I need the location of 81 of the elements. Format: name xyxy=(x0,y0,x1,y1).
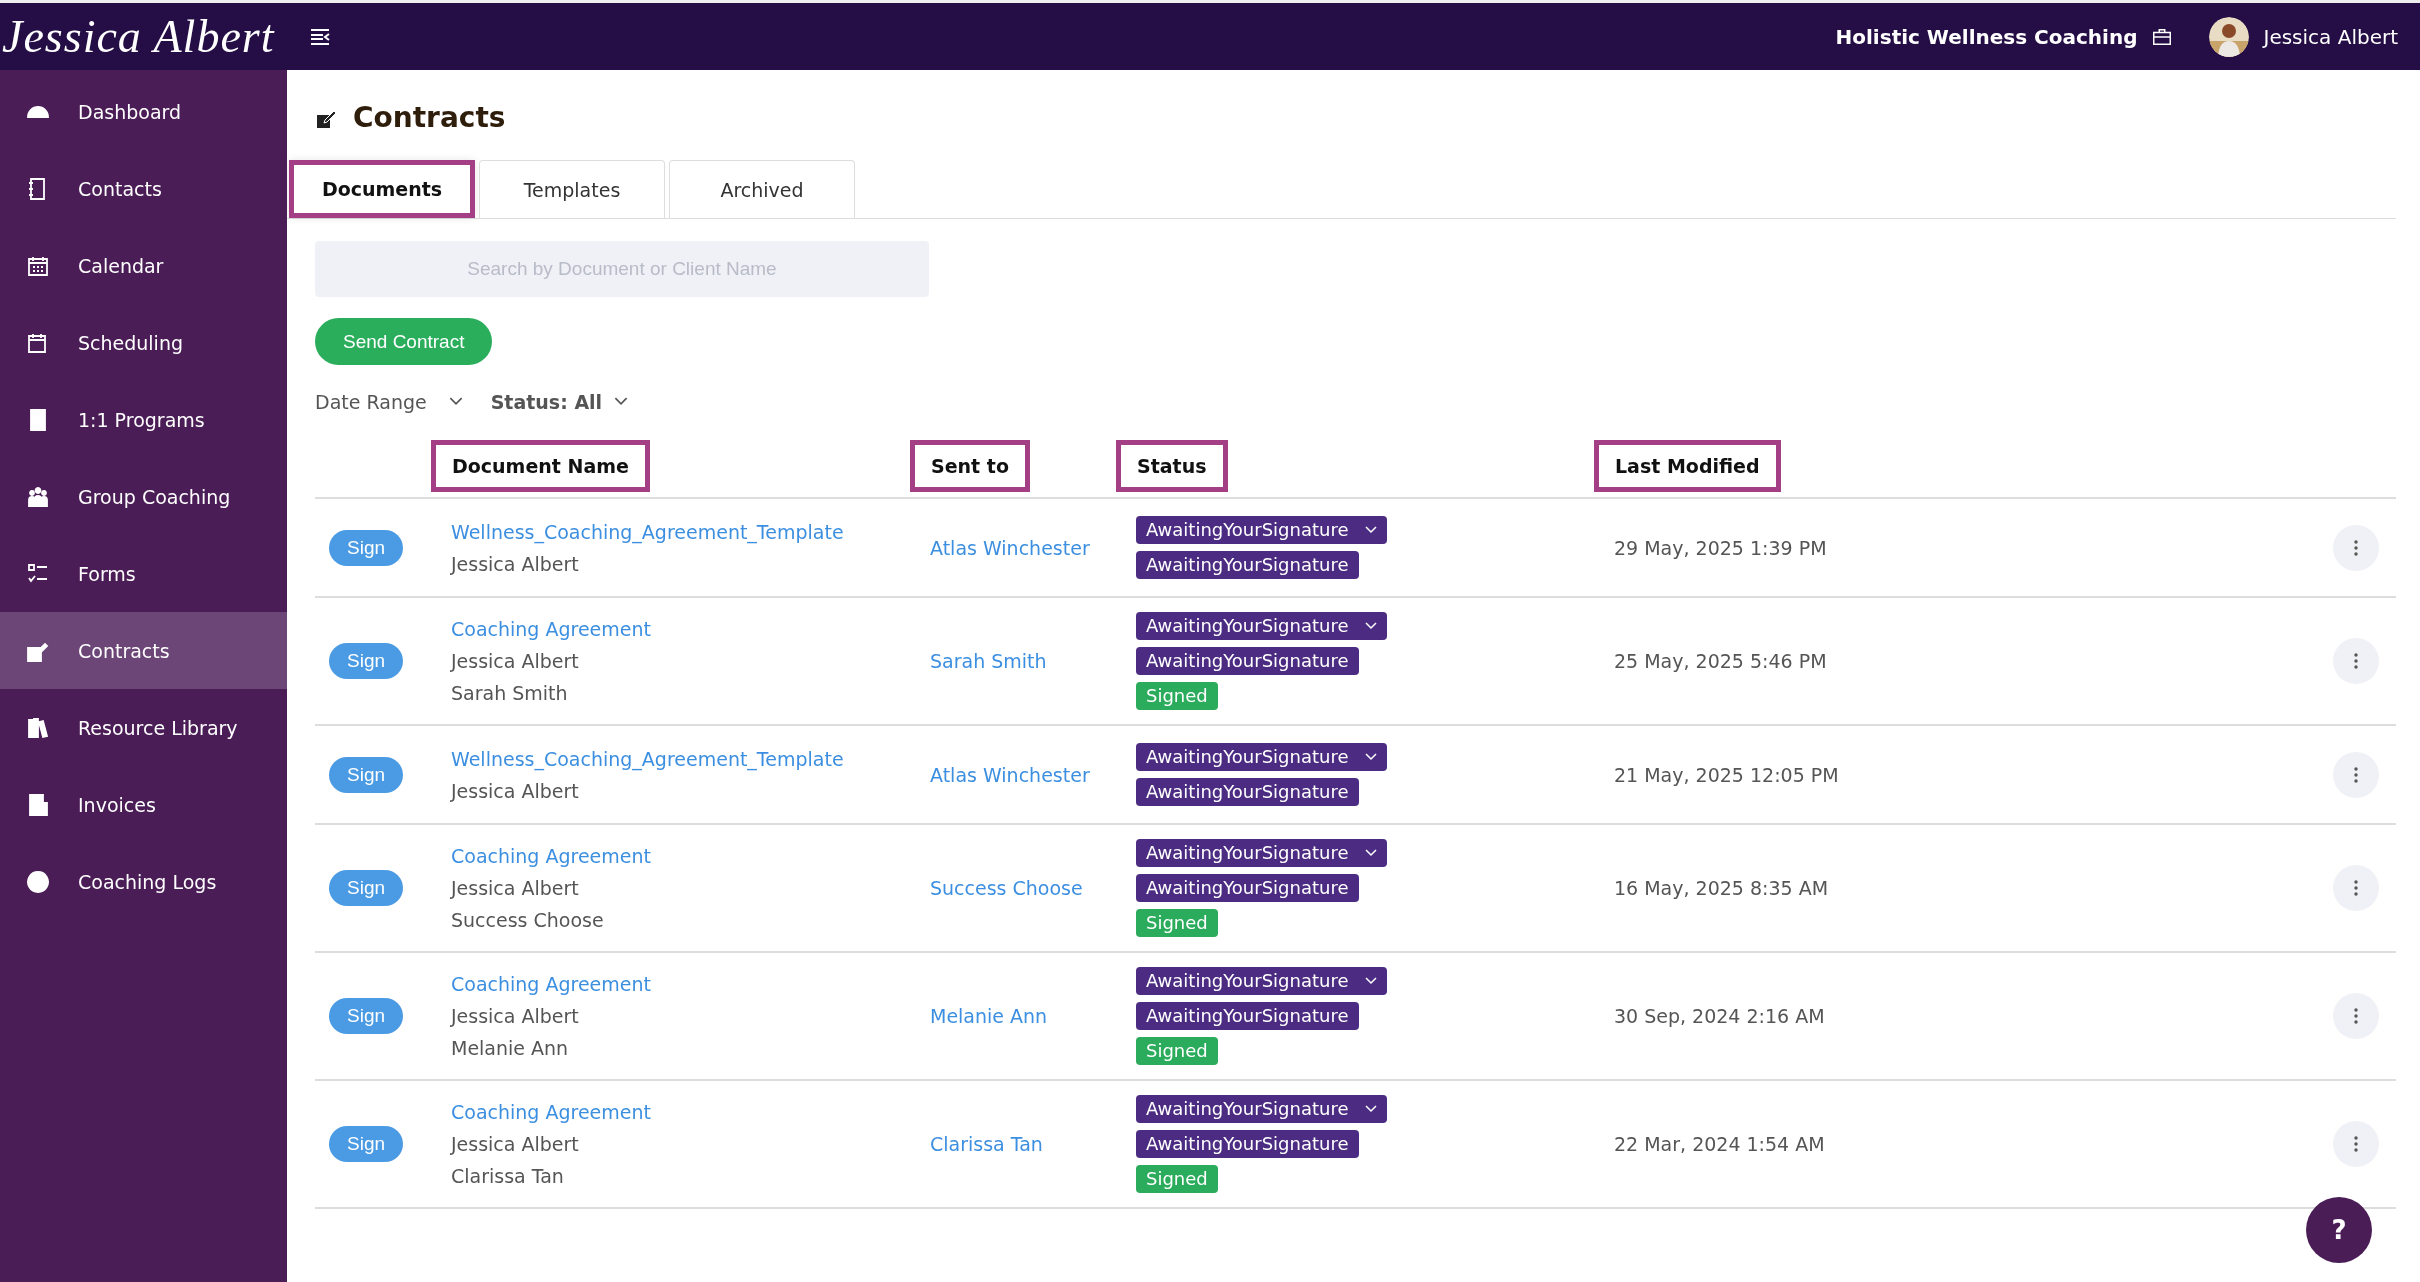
sidebar-item[interactable]: Scheduling xyxy=(0,304,287,381)
sidebar-item[interactable]: Forms xyxy=(0,535,287,612)
modified-date: 21 May, 2025 12:05 PM xyxy=(1614,763,1839,786)
filter-dropdown[interactable]: Date Range xyxy=(315,390,463,413)
user-name[interactable]: Jessica Albert xyxy=(2263,24,2398,49)
signer-name: Jessica Albert xyxy=(451,1005,580,1027)
chevron-icon xyxy=(448,397,463,406)
signer-name: Jessica Albert xyxy=(451,779,580,802)
sidebar-item[interactable]: Contacts xyxy=(0,150,287,227)
sidebar-item[interactable]: Resource Library xyxy=(0,689,287,766)
help-button[interactable]: ? xyxy=(2306,1197,2372,1263)
signer-name: Jessica Albert xyxy=(451,877,580,899)
more-options-button[interactable] xyxy=(2333,524,2379,571)
business-name[interactable]: Holistic Wellness Coaching xyxy=(1835,24,2138,49)
sidebar-item[interactable]: Calendar xyxy=(0,227,287,304)
status-badge: Signed xyxy=(1136,909,1218,937)
sidebar-item[interactable]: Invoices xyxy=(0,766,287,843)
column-header: Sent to xyxy=(910,439,1030,492)
sidebar-item[interactable]: Group Coaching xyxy=(0,458,287,535)
column-header: Last Modified xyxy=(1594,439,1781,492)
caret-icon xyxy=(1364,849,1377,857)
logo[interactable]: Jessica Albert xyxy=(2,10,275,63)
modified-date: 29 May, 2025 1:39 PM xyxy=(1614,536,1827,559)
more-options-button[interactable] xyxy=(2333,1121,2379,1167)
tab[interactable]: Archived xyxy=(669,160,855,218)
tab[interactable]: Documents xyxy=(289,160,475,218)
status-badge: AwaitingYourSignature xyxy=(1136,1002,1359,1030)
caret-icon xyxy=(1364,753,1377,761)
caret-icon xyxy=(1364,1105,1377,1113)
status-badge: AwaitingYourSignature xyxy=(1136,874,1359,902)
invoice-icon xyxy=(26,792,50,817)
kebab-icon xyxy=(2354,539,2358,556)
status-badge: AwaitingYourSignature xyxy=(1136,1130,1359,1158)
filter-dropdown[interactable]: Status: All xyxy=(490,390,629,413)
status-badge: AwaitingYourSignature xyxy=(1136,778,1359,806)
signer-name: Jessica Albert xyxy=(451,552,580,575)
status-dropdown[interactable]: AwaitingYourSignature xyxy=(1136,743,1387,771)
books-icon xyxy=(26,715,50,740)
tab[interactable]: Templates xyxy=(479,160,665,218)
status-dropdown[interactable]: AwaitingYourSignature xyxy=(1136,612,1387,640)
caret-icon xyxy=(1364,526,1377,534)
search-field[interactable]: Search by Document or Client Name xyxy=(315,241,929,297)
sidebar-item[interactable]: Contracts xyxy=(0,612,287,689)
status-badge: AwaitingYourSignature xyxy=(1136,647,1359,675)
caret-icon xyxy=(1364,977,1377,985)
modified-date: 16 May, 2025 8:35 AM xyxy=(1614,877,1829,899)
signer-name: Sarah Smith xyxy=(451,682,569,704)
status-dropdown[interactable]: AwaitingYourSignature xyxy=(1136,839,1387,867)
kebab-icon xyxy=(2354,766,2358,783)
status-dropdown[interactable]: AwaitingYourSignature xyxy=(1136,516,1387,544)
caret-icon xyxy=(1364,622,1377,630)
signer-name: Melanie Ann xyxy=(451,1037,570,1059)
signer-name: Jessica Albert xyxy=(451,1133,580,1155)
status-dropdown[interactable]: AwaitingYourSignature xyxy=(1136,1095,1387,1123)
chevron-icon xyxy=(614,397,629,406)
sidebar-item[interactable]: 1:1 Programs xyxy=(0,381,287,458)
signer-name: Success Choose xyxy=(451,909,605,931)
status-badge: Signed xyxy=(1136,682,1218,710)
column-header: Status xyxy=(1116,439,1228,492)
status-badge: Signed xyxy=(1136,1165,1218,1193)
kebab-icon xyxy=(2354,653,2358,669)
sidebar-item[interactable]: Coaching Logs xyxy=(0,843,287,920)
kebab-icon xyxy=(2354,1136,2358,1152)
kebab-icon xyxy=(2354,880,2358,896)
group-icon xyxy=(26,484,50,509)
more-options-button[interactable] xyxy=(2333,865,2379,911)
modified-date: 30 Sep, 2024 2:16 AM xyxy=(1614,1005,1825,1027)
status-badge: Signed xyxy=(1136,1037,1218,1065)
kebab-icon xyxy=(2354,1008,2358,1024)
page-title: Contracts xyxy=(353,101,506,134)
more-options-button[interactable] xyxy=(2333,993,2379,1039)
status-badge: AwaitingYourSignature xyxy=(1136,551,1359,579)
signer-name: Jessica Albert xyxy=(451,650,580,672)
modified-date: 25 May, 2025 5:46 PM xyxy=(1614,650,1827,672)
more-options-button[interactable] xyxy=(2333,751,2379,798)
sidebar-item[interactable]: Dashboard xyxy=(0,73,287,150)
more-options-button[interactable] xyxy=(2333,638,2379,684)
modified-date: 22 Mar, 2024 1:54 AM xyxy=(1614,1133,1825,1155)
signer-name: Clarissa Tan xyxy=(451,1165,565,1187)
status-dropdown[interactable]: AwaitingYourSignature xyxy=(1136,967,1387,995)
column-header: Document Name xyxy=(431,439,650,492)
